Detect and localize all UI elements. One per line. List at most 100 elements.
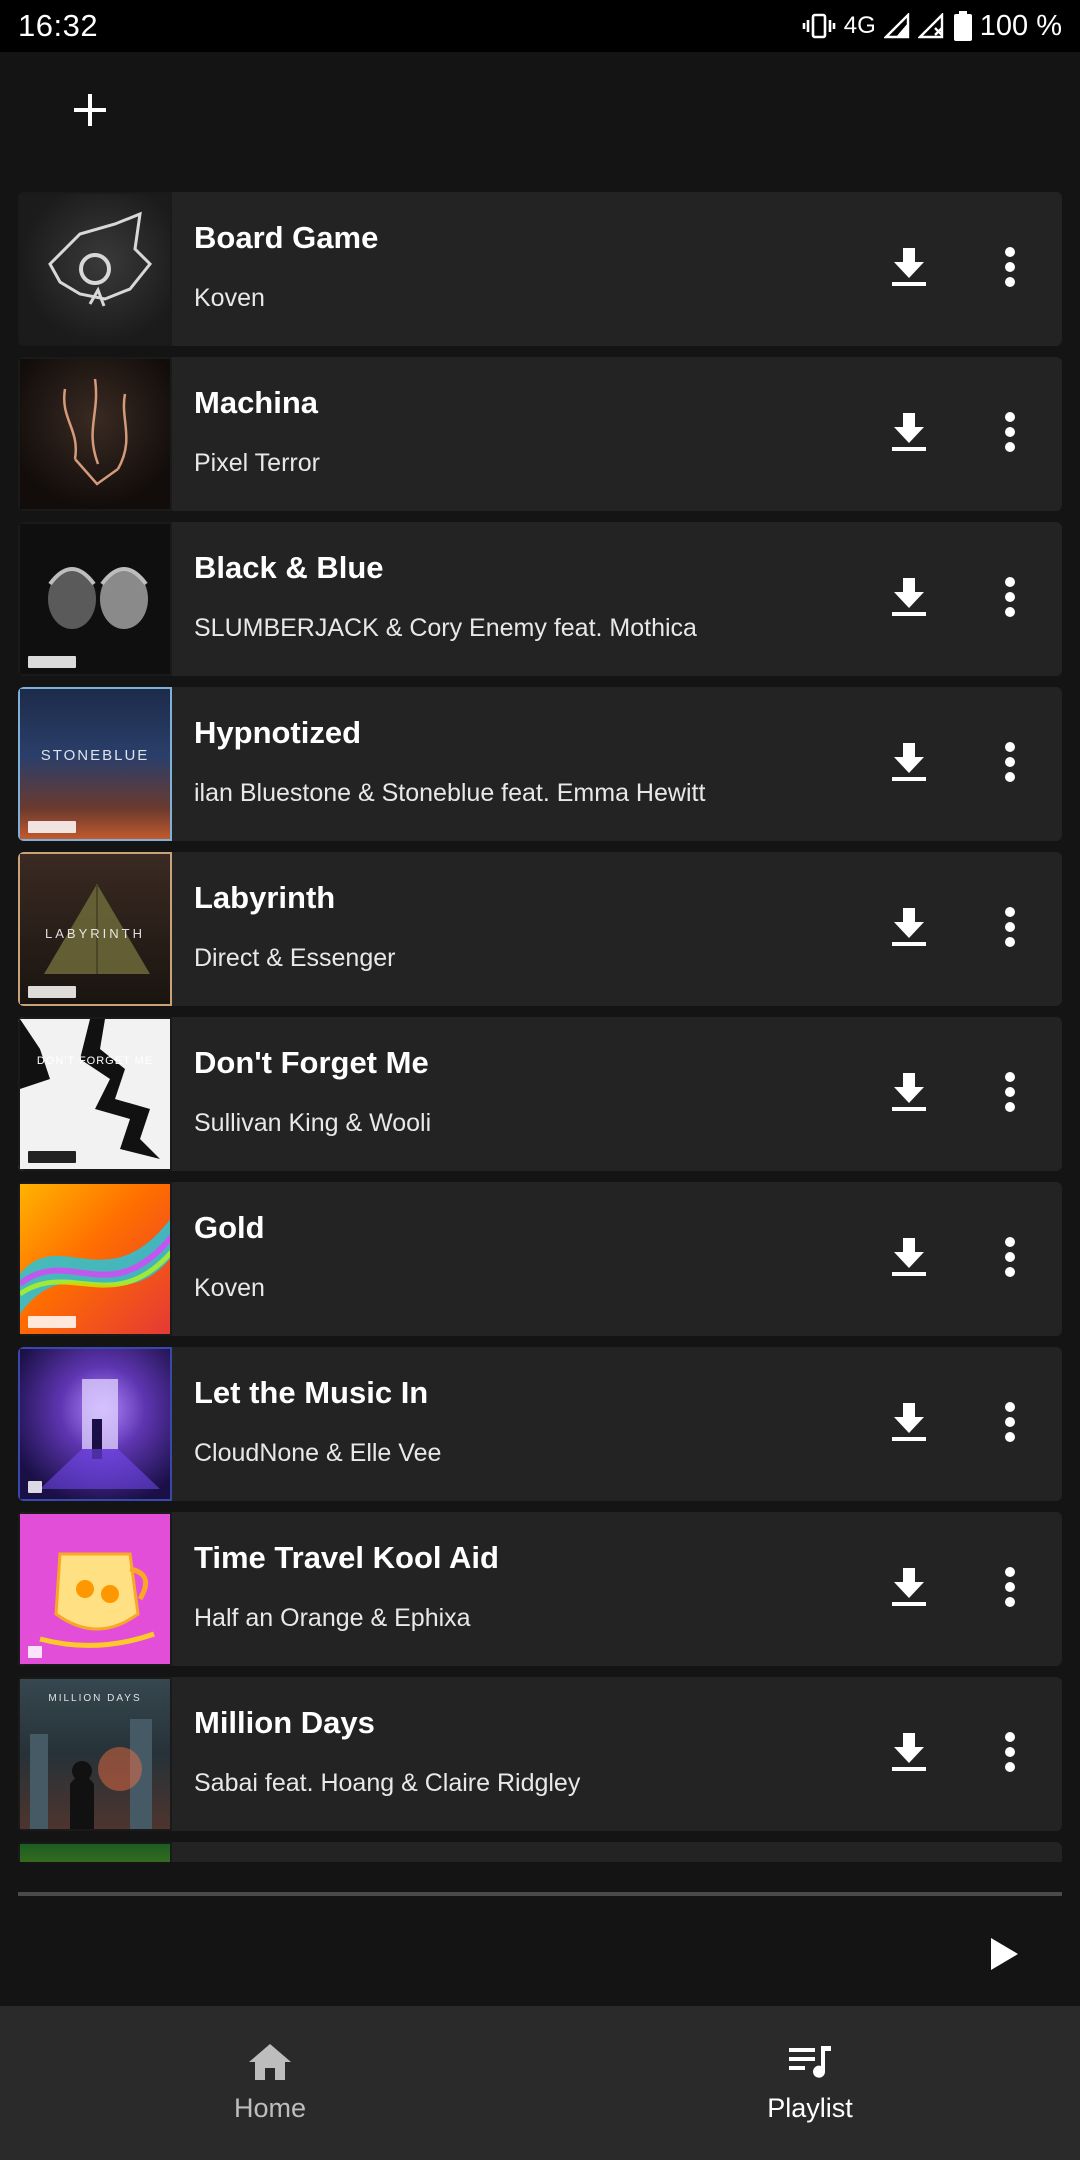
- mini-player: [0, 1896, 1080, 2006]
- track-item[interactable]: Black & Blue SLUMBERJACK & Cory Enemy fe…: [18, 522, 1062, 676]
- download-icon: [892, 577, 926, 621]
- album-art: DON'T FORGET ME: [18, 1017, 172, 1171]
- track-title: Hypnotized: [194, 715, 362, 750]
- more-options-button[interactable]: [990, 1232, 1030, 1286]
- track-item[interactable]: LABYRINTH Labyrinth Direct & Essenger: [18, 852, 1062, 1006]
- download-icon: [892, 1072, 926, 1116]
- download-icon: [892, 247, 926, 291]
- track-item[interactable]: Board Game Koven: [18, 192, 1062, 346]
- download-button[interactable]: [884, 409, 934, 459]
- download-button[interactable]: [884, 1234, 934, 1284]
- more-options-button[interactable]: [990, 407, 1030, 461]
- track-artist: SLUMBERJACK & Cory Enemy feat. Mothica: [194, 614, 697, 642]
- track-item[interactable]: Let the Music In CloudNone & Elle Vee: [18, 1347, 1062, 1501]
- play-button[interactable]: [984, 1936, 1024, 1976]
- more-vert-icon: [1005, 1236, 1015, 1282]
- album-art: [18, 1347, 172, 1501]
- download-button[interactable]: [884, 904, 934, 954]
- download-icon: [892, 1732, 926, 1776]
- album-art: STONEBLUE: [18, 687, 172, 841]
- label-logo: [28, 986, 76, 998]
- download-button[interactable]: [884, 1399, 934, 1449]
- track-title: Gold: [194, 1210, 265, 1245]
- top-app-bar: [0, 52, 1080, 192]
- more-options-button[interactable]: [990, 1727, 1030, 1781]
- track-artist: Direct & Essenger: [194, 944, 396, 972]
- track-item[interactable]: Time Travel Kool Aid Half an Orange & Ep…: [18, 1512, 1062, 1666]
- label-logo: [28, 1316, 76, 1328]
- download-icon: [892, 1567, 926, 1611]
- more-options-button[interactable]: [990, 1067, 1030, 1121]
- album-art-text: DON'T FORGET ME: [36, 1055, 154, 1067]
- download-button[interactable]: [884, 574, 934, 624]
- more-vert-icon: [1005, 741, 1015, 787]
- download-icon: [892, 907, 926, 951]
- network-type: 4G: [843, 12, 876, 39]
- vibrate-icon: [802, 13, 836, 39]
- status-bar: 16:32 4G 100 %: [0, 0, 1080, 52]
- track-artist: Pixel Terror: [194, 449, 320, 477]
- play-icon: [989, 1937, 1019, 1976]
- track-item[interactable]: MILLION DAYS Million Days Sabai feat. Ho…: [18, 1677, 1062, 1831]
- signal-icon: [883, 13, 910, 39]
- battery-icon: [953, 11, 972, 41]
- track-item[interactable]: Gold Koven: [18, 1182, 1062, 1336]
- track-item[interactable]: Machina Pixel Terror: [18, 357, 1062, 511]
- label-logo: [28, 1646, 42, 1658]
- track-title: Board Game: [194, 220, 379, 255]
- more-options-button[interactable]: [990, 242, 1030, 296]
- track-artist: Sullivan King & Wooli: [194, 1109, 432, 1137]
- track-item[interactable]: [18, 1842, 1062, 1862]
- track-title: Let the Music In: [194, 1375, 429, 1410]
- more-options-button[interactable]: [990, 902, 1030, 956]
- download-icon: [892, 1237, 926, 1281]
- album-art: [18, 1842, 172, 1862]
- track-title: Black & Blue: [194, 550, 384, 585]
- nav-home-label: Home: [233, 2093, 307, 2123]
- more-options-button[interactable]: [990, 737, 1030, 791]
- track-artist: Koven: [194, 1274, 265, 1302]
- album-art-text: LABYRINTH: [45, 926, 145, 941]
- label-logo: [28, 1481, 42, 1493]
- label-logo: [28, 821, 76, 833]
- track-item[interactable]: STONEBLUE Hypnotized ilan Bluestone & St…: [18, 687, 1062, 841]
- playlist-track-list[interactable]: Board Game Koven Machina Pixel Terror Bl…: [0, 192, 1080, 1862]
- plus-icon: [72, 92, 108, 133]
- track-title: Machina: [194, 385, 319, 420]
- playlist-icon: [787, 2042, 833, 2087]
- track-artist: Half an Orange & Ephixa: [194, 1604, 471, 1632]
- more-vert-icon: [1005, 246, 1015, 292]
- home-icon: [247, 2042, 293, 2087]
- track-title: Time Travel Kool Aid: [194, 1540, 499, 1575]
- nav-playlist[interactable]: Playlist: [540, 2006, 1080, 2160]
- album-art: [18, 522, 172, 676]
- signal-no-service-icon: [917, 13, 946, 39]
- download-icon: [892, 742, 926, 786]
- download-button[interactable]: [884, 1564, 934, 1614]
- album-art: LABYRINTH: [18, 852, 172, 1006]
- track-item[interactable]: DON'T FORGET ME Don't Forget Me Sullivan…: [18, 1017, 1062, 1171]
- more-vert-icon: [1005, 1071, 1015, 1117]
- label-logo: [28, 656, 76, 668]
- track-title: Million Days: [194, 1705, 375, 1740]
- more-options-button[interactable]: [990, 1397, 1030, 1451]
- bottom-navigation: Home Playlist: [0, 2006, 1080, 2160]
- track-title: Don't Forget Me: [194, 1045, 429, 1080]
- more-vert-icon: [1005, 1566, 1015, 1612]
- download-button[interactable]: [884, 739, 934, 789]
- more-options-button[interactable]: [990, 1562, 1030, 1616]
- track-title: Labyrinth: [194, 880, 336, 915]
- download-icon: [892, 412, 926, 456]
- status-icons: 4G 100 %: [802, 10, 1062, 43]
- more-options-button[interactable]: [990, 572, 1030, 626]
- download-button[interactable]: [884, 244, 934, 294]
- download-icon: [892, 1402, 926, 1446]
- more-vert-icon: [1005, 906, 1015, 952]
- nav-home[interactable]: Home: [0, 2006, 540, 2160]
- add-button[interactable]: [64, 86, 116, 138]
- more-vert-icon: [1005, 1401, 1015, 1447]
- download-button[interactable]: [884, 1729, 934, 1779]
- album-art: MILLION DAYS: [18, 1677, 172, 1831]
- album-art: [18, 1182, 172, 1336]
- download-button[interactable]: [884, 1069, 934, 1119]
